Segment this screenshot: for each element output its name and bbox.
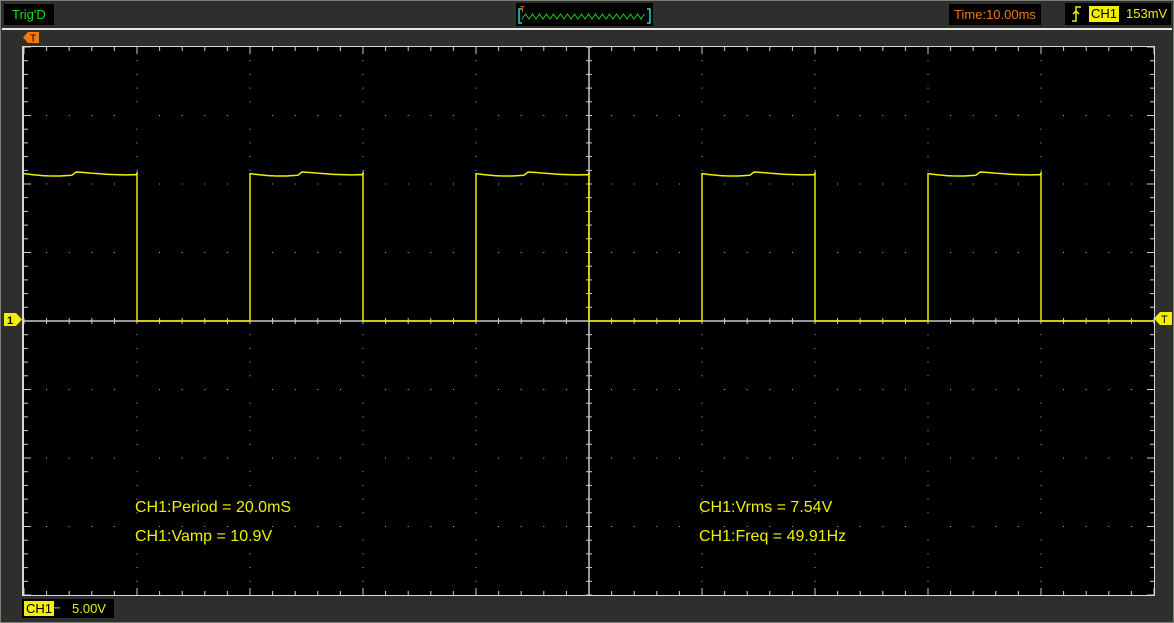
trigger-level-marker[interactable]: T [1154, 312, 1172, 325]
channel1-scale: 5.00V [72, 601, 106, 616]
dc-coupling-icon: ⎓ [52, 603, 60, 614]
memory-overview[interactable]: T [516, 3, 653, 26]
svg-text:1: 1 [7, 315, 13, 326]
svg-text:T: T [1161, 314, 1168, 325]
measurement-vamp: CH1:Vamp = 10.9V [135, 528, 273, 545]
measurement-vrms: CH1:Vrms = 7.54V [699, 499, 833, 516]
svg-text:T: T [30, 34, 36, 44]
timebase-display[interactable]: Time:10.00ms [949, 4, 1041, 25]
measurement-period: CH1:Period = 20.0mS [135, 499, 292, 516]
memory-waveform-icon: T [518, 5, 651, 24]
top-status-bar: Trig'D T Time:10.00ms CH1 153mV [0, 0, 1174, 28]
rising-edge-icon [1072, 6, 1081, 22]
trigger-channel: CH1 [1089, 6, 1120, 22]
trigger-settings[interactable]: CH1 153mV [1065, 3, 1171, 25]
channel1-settings[interactable]: CH1 ⎓ 5.00V [22, 599, 114, 618]
channel1-label: CH1 [24, 601, 55, 616]
divider [2, 28, 1172, 30]
channel1-ground-marker[interactable]: 1 [4, 313, 22, 326]
measurement-freq: CH1:Freq = 49.91Hz [699, 528, 847, 545]
channel1-waveform [24, 170, 1154, 322]
trigger-level: 153mV [1126, 6, 1168, 21]
trigger-position-marker[interactable]: T [23, 32, 39, 43]
trigger-status: Trig'D [4, 4, 54, 25]
